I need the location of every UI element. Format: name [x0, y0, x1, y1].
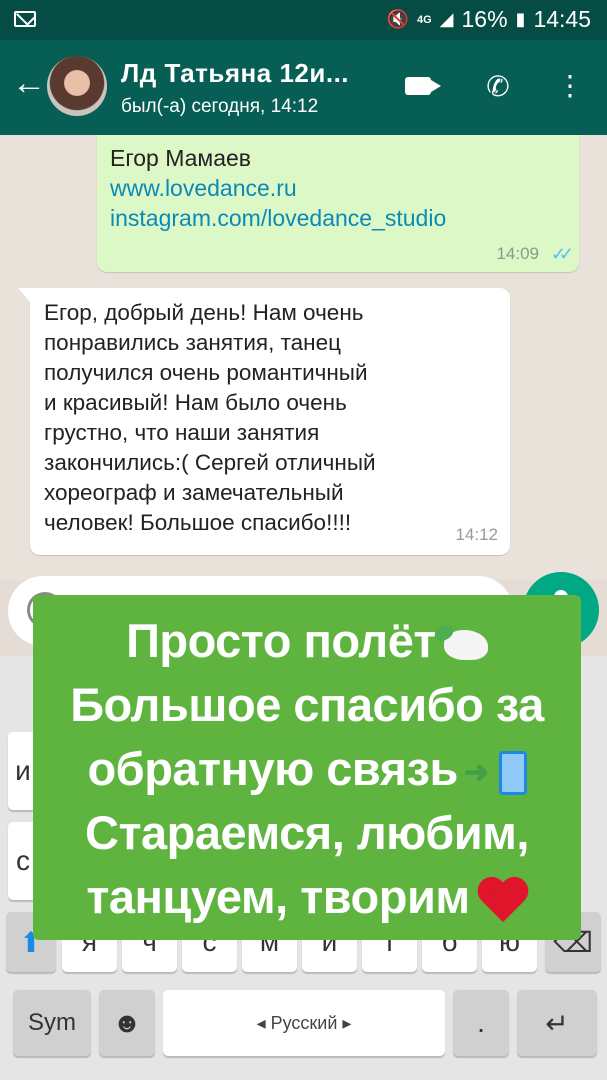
- message-text: Егор, добрый день! Нам очень понравились…: [44, 300, 376, 535]
- heart-icon: [478, 878, 528, 924]
- sym-key[interactable]: Sym: [13, 990, 91, 1056]
- status-right: 🔇 4G ◢ 16% ▮ 14:45: [387, 6, 591, 33]
- key-label: с: [16, 845, 30, 876]
- overlay-text: Просто полёт: [126, 614, 436, 667]
- enter-icon: ↵: [545, 1007, 569, 1039]
- more-vert-icon: ⋮: [556, 70, 584, 101]
- battery-charging-icon: ▮: [515, 9, 526, 29]
- space-key[interactable]: ◂ Русский ▸: [163, 990, 445, 1056]
- contact-name[interactable]: Лд Татьяна 12и...: [121, 58, 349, 89]
- overlay-line: танцуем, творим: [33, 869, 581, 924]
- back-arrow-icon[interactable]: ←: [12, 66, 46, 100]
- key-label: ◂ Русский ▸: [256, 1012, 352, 1033]
- chat-area[interactable]: Егор Мамаев www.lovedance.ru instagram.c…: [0, 135, 607, 580]
- message-time: 14:12: [455, 525, 498, 544]
- overlay-line: обратную связь ➜: [33, 741, 581, 796]
- key-label: Sym: [28, 1009, 76, 1036]
- video-call-icon: [405, 77, 441, 95]
- network-type: 4G: [416, 13, 432, 26]
- avatar[interactable]: [47, 56, 107, 116]
- arrow-icon: ➜: [463, 756, 489, 790]
- status-bar: 🔇 4G ◢ 16% ▮ 14:45: [0, 0, 607, 40]
- enter-key[interactable]: ↵: [517, 990, 597, 1056]
- read-ticks-icon: ✓✓: [550, 244, 574, 264]
- contact-status: был(-а) сегодня, 14:12: [121, 96, 319, 117]
- key-label: .: [477, 1007, 485, 1038]
- mail-icon: [14, 11, 36, 27]
- battery-percent: 16%: [461, 6, 508, 32]
- overlay-line: Стараемся, любим,: [85, 806, 529, 859]
- outgoing-message[interactable]: Егор Мамаев www.lovedance.ru instagram.c…: [97, 135, 579, 272]
- message-link[interactable]: instagram.com/lovedance_studio: [110, 205, 446, 232]
- clock: 14:45: [533, 6, 591, 32]
- overlay-line: Просто полёт: [33, 613, 581, 668]
- signal-icon: ◢: [439, 9, 454, 29]
- chat-header: ← Лд Татьяна 12и... был(-а) сегодня, 14:…: [0, 40, 607, 135]
- period-key[interactable]: .: [453, 990, 509, 1056]
- message-link[interactable]: www.lovedance.ru: [110, 175, 297, 202]
- emoji-key[interactable]: ☻: [99, 990, 155, 1056]
- overlay-line: Большое спасибо за: [70, 678, 544, 731]
- key-label: и: [15, 755, 31, 786]
- mobile-phone-icon: [498, 750, 527, 795]
- emoji-key-icon: ☻: [112, 1007, 142, 1038]
- video-call-button[interactable]: [398, 66, 441, 106]
- mute-icon: 🔇: [386, 9, 409, 29]
- message-time: 14:09: [496, 244, 539, 263]
- promo-overlay: Просто полёт Большое спасибо за обратную…: [33, 595, 581, 940]
- overlay-text: танцуем, творим: [86, 870, 470, 923]
- phone-icon: ✆: [486, 70, 510, 102]
- incoming-message[interactable]: Егор, добрый день! Нам очень понравились…: [18, 288, 510, 555]
- message-line: Егор Мамаев: [110, 145, 252, 171]
- overlay-text: обратную связь: [87, 742, 458, 795]
- more-button[interactable]: ⋮: [550, 66, 590, 106]
- phone-button[interactable]: ✆: [478, 66, 518, 106]
- dove-icon: [443, 629, 488, 660]
